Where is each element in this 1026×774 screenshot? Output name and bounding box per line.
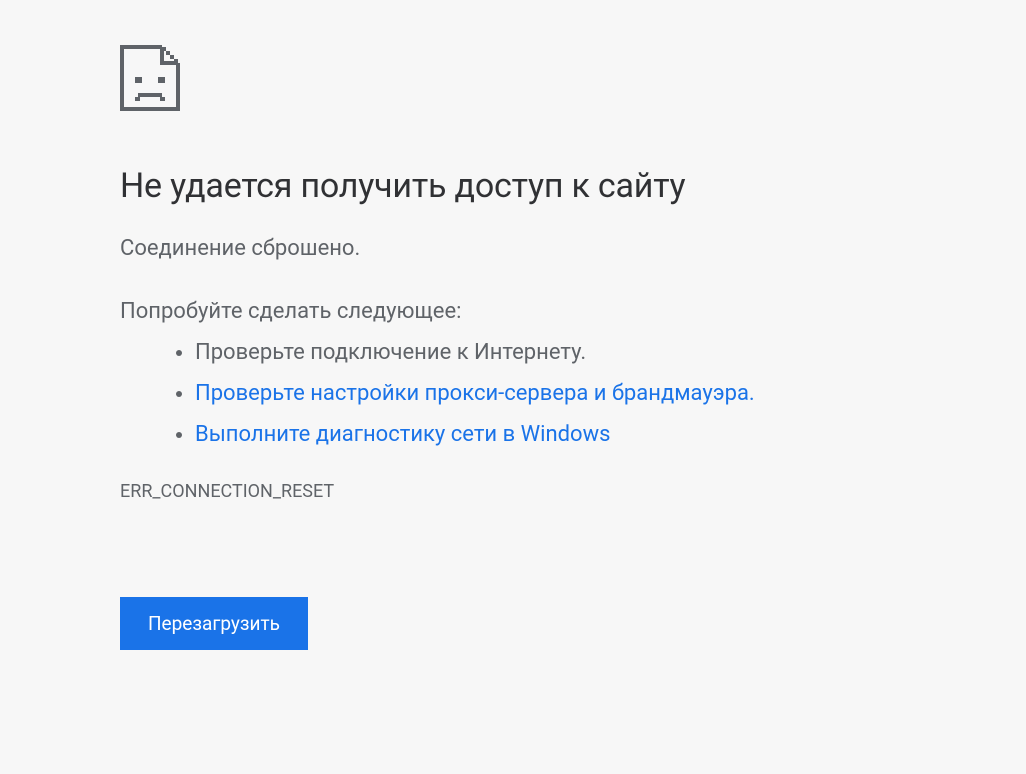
network-diagnostics-link[interactable]: Выполните диагностику сети в Windows bbox=[195, 422, 610, 447]
suggestions-intro: Попробуйте сделать следующее: bbox=[120, 299, 1026, 324]
error-icon-container bbox=[120, 45, 1026, 111]
proxy-firewall-link[interactable]: Проверьте настройки прокси-сервера и бра… bbox=[195, 381, 755, 406]
list-item: Выполните диагностику сети в Windows bbox=[195, 418, 1026, 451]
list-item: Проверьте подключение к Интернету. bbox=[195, 336, 1026, 369]
reload-button[interactable]: Перезагрузить bbox=[120, 597, 308, 650]
error-heading: Не удается получить доступ к сайту bbox=[120, 166, 1026, 206]
suggestions-list: Проверьте подключение к Интернету. Прове… bbox=[120, 336, 1026, 451]
suggestion-text: Проверьте подключение к Интернету. bbox=[195, 340, 586, 365]
list-item: Проверьте настройки прокси-сервера и бра… bbox=[195, 377, 1026, 410]
sad-page-icon bbox=[120, 45, 180, 111]
error-subtitle: Соединение сброшено. bbox=[120, 236, 1026, 261]
error-code: ERR_CONNECTION_RESET bbox=[120, 481, 1026, 502]
